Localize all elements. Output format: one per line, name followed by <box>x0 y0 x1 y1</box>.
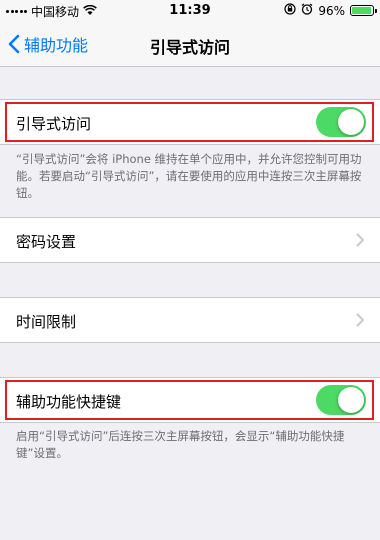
passcode-settings-label: 密码设置 <box>16 233 77 251</box>
navigation-bar: 辅助功能 引导式访问 <box>0 22 380 67</box>
guided-access-label: 引导式访问 <box>16 115 92 133</box>
status-right: 96% <box>284 3 377 18</box>
accessibility-shortcut-label: 辅助功能快捷键 <box>16 393 122 411</box>
battery-percent: 96% <box>318 3 345 18</box>
toggle-knob <box>338 109 364 135</box>
alarm-icon <box>301 3 313 18</box>
guided-access-toggle[interactable] <box>316 107 366 137</box>
time-limits-label: 时间限制 <box>16 313 77 331</box>
guided-access-row: 引导式访问 <box>0 99 380 145</box>
rotation-lock-icon <box>284 3 296 18</box>
toggle-knob <box>338 387 364 413</box>
guided-access-footnote: “引导式访问”会将 iPhone 维持在单个应用中，并允许您控制可用功能。若要启… <box>16 152 362 200</box>
passcode-settings-row[interactable]: 密码设置 <box>0 217 380 263</box>
time-limits-row[interactable]: 时间限制 <box>0 297 380 343</box>
shortcut-footnote: 启用“引导式访问”后连按三次主屏幕按钮，会显示“辅助功能快捷键”设置。 <box>16 429 345 460</box>
chevron-right-icon <box>356 233 364 247</box>
accessibility-shortcut-row: 辅助功能快捷键 <box>0 377 380 423</box>
status-bar: 中国移动 11:39 96% <box>0 0 380 22</box>
battery-fill <box>352 7 372 14</box>
chevron-right-icon <box>356 313 364 327</box>
accessibility-shortcut-toggle[interactable] <box>316 385 366 415</box>
page-title: 引导式访问 <box>149 38 230 57</box>
battery-icon <box>350 5 377 16</box>
